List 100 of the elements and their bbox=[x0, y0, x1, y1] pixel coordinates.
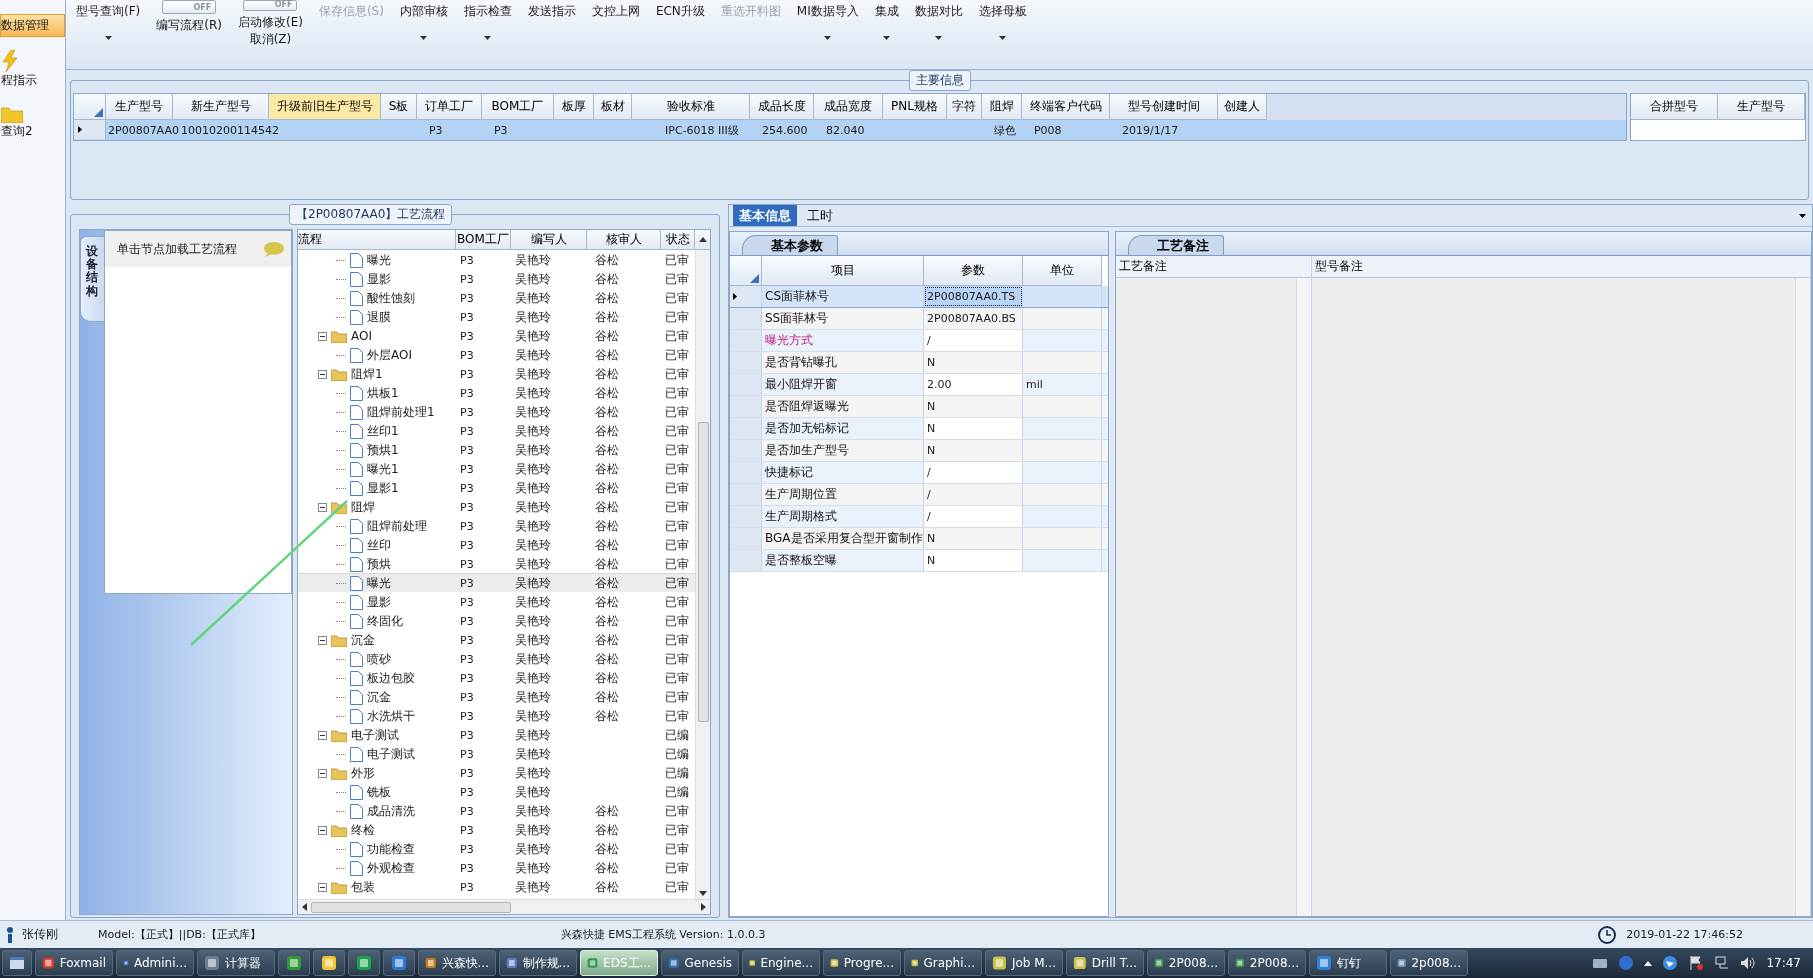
parameter-row[interactable]: 是否背钻曝孔 N bbox=[730, 352, 1108, 374]
taskbar-button[interactable]: 计算器 bbox=[197, 950, 275, 976]
speaker-icon[interactable] bbox=[1740, 956, 1757, 970]
column-header[interactable]: 生产型号 bbox=[106, 94, 173, 120]
ribbon-button[interactable]: 内部审核 bbox=[399, 0, 448, 50]
taskbar-button[interactable] bbox=[383, 950, 415, 976]
column-header[interactable]: 工艺备注 bbox=[1116, 256, 1311, 278]
vertical-scrollbar[interactable] bbox=[695, 250, 710, 899]
column-header[interactable]: BOM工厂 bbox=[456, 230, 511, 250]
collapse-icon[interactable] bbox=[318, 502, 327, 512]
column-header[interactable]: 型号备注 bbox=[1312, 256, 1810, 278]
collapse-icon[interactable] bbox=[318, 369, 327, 379]
parameter-row[interactable]: 是否加无铅标记 N bbox=[730, 418, 1108, 440]
ribbon-button[interactable]: 发送指示 bbox=[527, 0, 576, 50]
tree-row[interactable]: 曝光 P3 吴艳玲 谷松 已审 bbox=[298, 573, 695, 592]
parameter-row[interactable]: 曝光方式 / bbox=[730, 330, 1108, 352]
scroll-right-icon[interactable] bbox=[701, 903, 706, 911]
collapse-icon[interactable] bbox=[318, 730, 327, 740]
column-header[interactable]: 成品长度 bbox=[750, 94, 814, 120]
network-icon[interactable] bbox=[1714, 955, 1731, 971]
tab[interactable]: 工时 bbox=[801, 205, 839, 226]
column-header[interactable]: 字符 bbox=[947, 94, 982, 120]
ribbon-button[interactable]: OFF 启动修改(E) 取消(Z) bbox=[237, 0, 303, 50]
taskbar-button[interactable]: 2p008... bbox=[1390, 950, 1468, 976]
vertical-tab[interactable]: 设备结构 bbox=[80, 236, 104, 322]
column-header[interactable]: 板材 bbox=[594, 94, 632, 120]
taskbar-button[interactable]: Graphi... bbox=[904, 950, 982, 976]
taskbar-button[interactable]: Progre... bbox=[823, 950, 901, 976]
parameter-row[interactable]: 生产周期格式 / bbox=[730, 506, 1108, 528]
column-header[interactable]: 参数 bbox=[924, 256, 1023, 286]
help-icon[interactable] bbox=[1618, 955, 1635, 971]
column-header[interactable]: PNL规格 bbox=[883, 94, 947, 120]
sidebar-item[interactable]: 查询2 bbox=[0, 102, 65, 143]
taskbar-button[interactable]: Foxmail bbox=[35, 950, 113, 976]
horizontal-scrollbar[interactable] bbox=[298, 899, 710, 914]
column-header[interactable]: 项目 bbox=[762, 256, 924, 286]
taskbar-button[interactable]: 制作规... bbox=[499, 950, 577, 976]
taskbar-button[interactable] bbox=[313, 950, 345, 976]
taskbar-button[interactable]: Job M... bbox=[985, 950, 1063, 976]
column-header[interactable]: 新生产型号 bbox=[173, 94, 269, 120]
collapse-icon[interactable] bbox=[318, 825, 327, 835]
taskbar-button[interactable]: 钉钉 bbox=[1309, 950, 1387, 976]
column-header[interactable]: 合拼型号 bbox=[1631, 94, 1718, 120]
column-header[interactable]: BOM工厂 bbox=[482, 94, 554, 120]
ribbon-button[interactable]: 数据对比 bbox=[914, 0, 963, 50]
taskbar-button[interactable]: Drill T... bbox=[1066, 950, 1144, 976]
column-header[interactable]: 板厚 bbox=[554, 94, 594, 120]
taskbar-button[interactable]: Genesis bbox=[661, 950, 739, 976]
ribbon-button[interactable]: 集成 bbox=[874, 0, 899, 50]
parameter-row[interactable]: CS面菲林号 2P00807AA0.TS bbox=[730, 286, 1108, 308]
parameter-row[interactable]: 是否阻焊返曝光 N bbox=[730, 396, 1108, 418]
ribbon-button[interactable]: ECN升级 bbox=[655, 0, 705, 50]
column-header[interactable]: 核审人 bbox=[587, 230, 661, 250]
panel-tab[interactable]: 基本参数 bbox=[742, 235, 838, 255]
taskbar-button[interactable]: 2P008... bbox=[1147, 950, 1225, 976]
clock[interactable]: 17:47 bbox=[1766, 956, 1801, 970]
column-header[interactable]: 订单工厂 bbox=[417, 94, 482, 120]
column-header[interactable]: 单位 bbox=[1023, 256, 1102, 286]
keyboard-icon[interactable] bbox=[1592, 957, 1609, 969]
column-header[interactable]: 升级前旧生产型号 bbox=[269, 94, 381, 120]
taskbar-button[interactable]: Engine... bbox=[742, 950, 820, 976]
scroll-down-icon[interactable] bbox=[699, 891, 707, 896]
sidebar-item[interactable]: 程指示 bbox=[0, 47, 65, 92]
column-header[interactable]: 阻焊 bbox=[982, 94, 1022, 120]
column-header[interactable]: 验收标准 bbox=[632, 94, 750, 120]
start-button[interactable] bbox=[2, 950, 32, 976]
ribbon-button[interactable]: 指示检查 bbox=[463, 0, 512, 50]
ribbon-button[interactable]: 型号查询(F) bbox=[76, 0, 141, 50]
flag-icon[interactable] bbox=[1688, 955, 1705, 971]
column-header[interactable]: 成品宽度 bbox=[814, 94, 883, 120]
parameter-row[interactable]: 是否整板空曝 N bbox=[730, 550, 1108, 572]
taskbar-button[interactable]: Admini... bbox=[116, 950, 194, 976]
ribbon-button[interactable]: 选择母板 bbox=[978, 0, 1027, 50]
collapse-icon[interactable] bbox=[318, 331, 327, 341]
parameter-row[interactable]: 最小阻焊开窗 2.00 mil bbox=[730, 374, 1108, 396]
ribbon-button[interactable]: 文控上网 bbox=[591, 0, 640, 50]
column-header[interactable]: S板 bbox=[381, 94, 417, 120]
column-header[interactable]: 编写人 bbox=[511, 230, 587, 250]
scroll-up-icon[interactable] bbox=[699, 237, 707, 242]
taskbar-button[interactable]: 2P008... bbox=[1228, 950, 1306, 976]
panel-tab[interactable]: 工艺备注 bbox=[1128, 235, 1224, 255]
parameter-row[interactable]: BGA是否采用复合型开窗制作 N bbox=[730, 528, 1108, 550]
column-header[interactable]: 流程 bbox=[298, 230, 456, 250]
column-header[interactable]: 终端客户代码 bbox=[1022, 94, 1110, 120]
taskbar-button[interactable]: 兴森快... bbox=[418, 950, 496, 976]
tab[interactable]: 基本信息 bbox=[733, 205, 797, 226]
parameter-row[interactable]: 是否加生产型号 N bbox=[730, 440, 1108, 462]
column-header[interactable]: 创建人 bbox=[1218, 94, 1267, 120]
parameter-row[interactable]: SS面菲林号 2P00807AA0.BS bbox=[730, 308, 1108, 330]
taskbar-button[interactable] bbox=[348, 950, 380, 976]
collapse-icon[interactable] bbox=[318, 768, 327, 778]
column-header[interactable]: 型号创建时间 bbox=[1110, 94, 1218, 120]
sidebar-item[interactable]: 数据管理 bbox=[0, 14, 65, 37]
collapse-icon[interactable] bbox=[318, 635, 327, 645]
parameter-row[interactable]: 生产周期位置 / bbox=[730, 484, 1108, 506]
scroll-left-icon[interactable] bbox=[302, 903, 307, 911]
up-arrow-icon[interactable] bbox=[1644, 960, 1653, 966]
column-header[interactable]: 状态 bbox=[661, 230, 695, 250]
taskbar-button[interactable] bbox=[278, 950, 310, 976]
ribbon-button[interactable]: MI数据导入 bbox=[796, 0, 859, 50]
